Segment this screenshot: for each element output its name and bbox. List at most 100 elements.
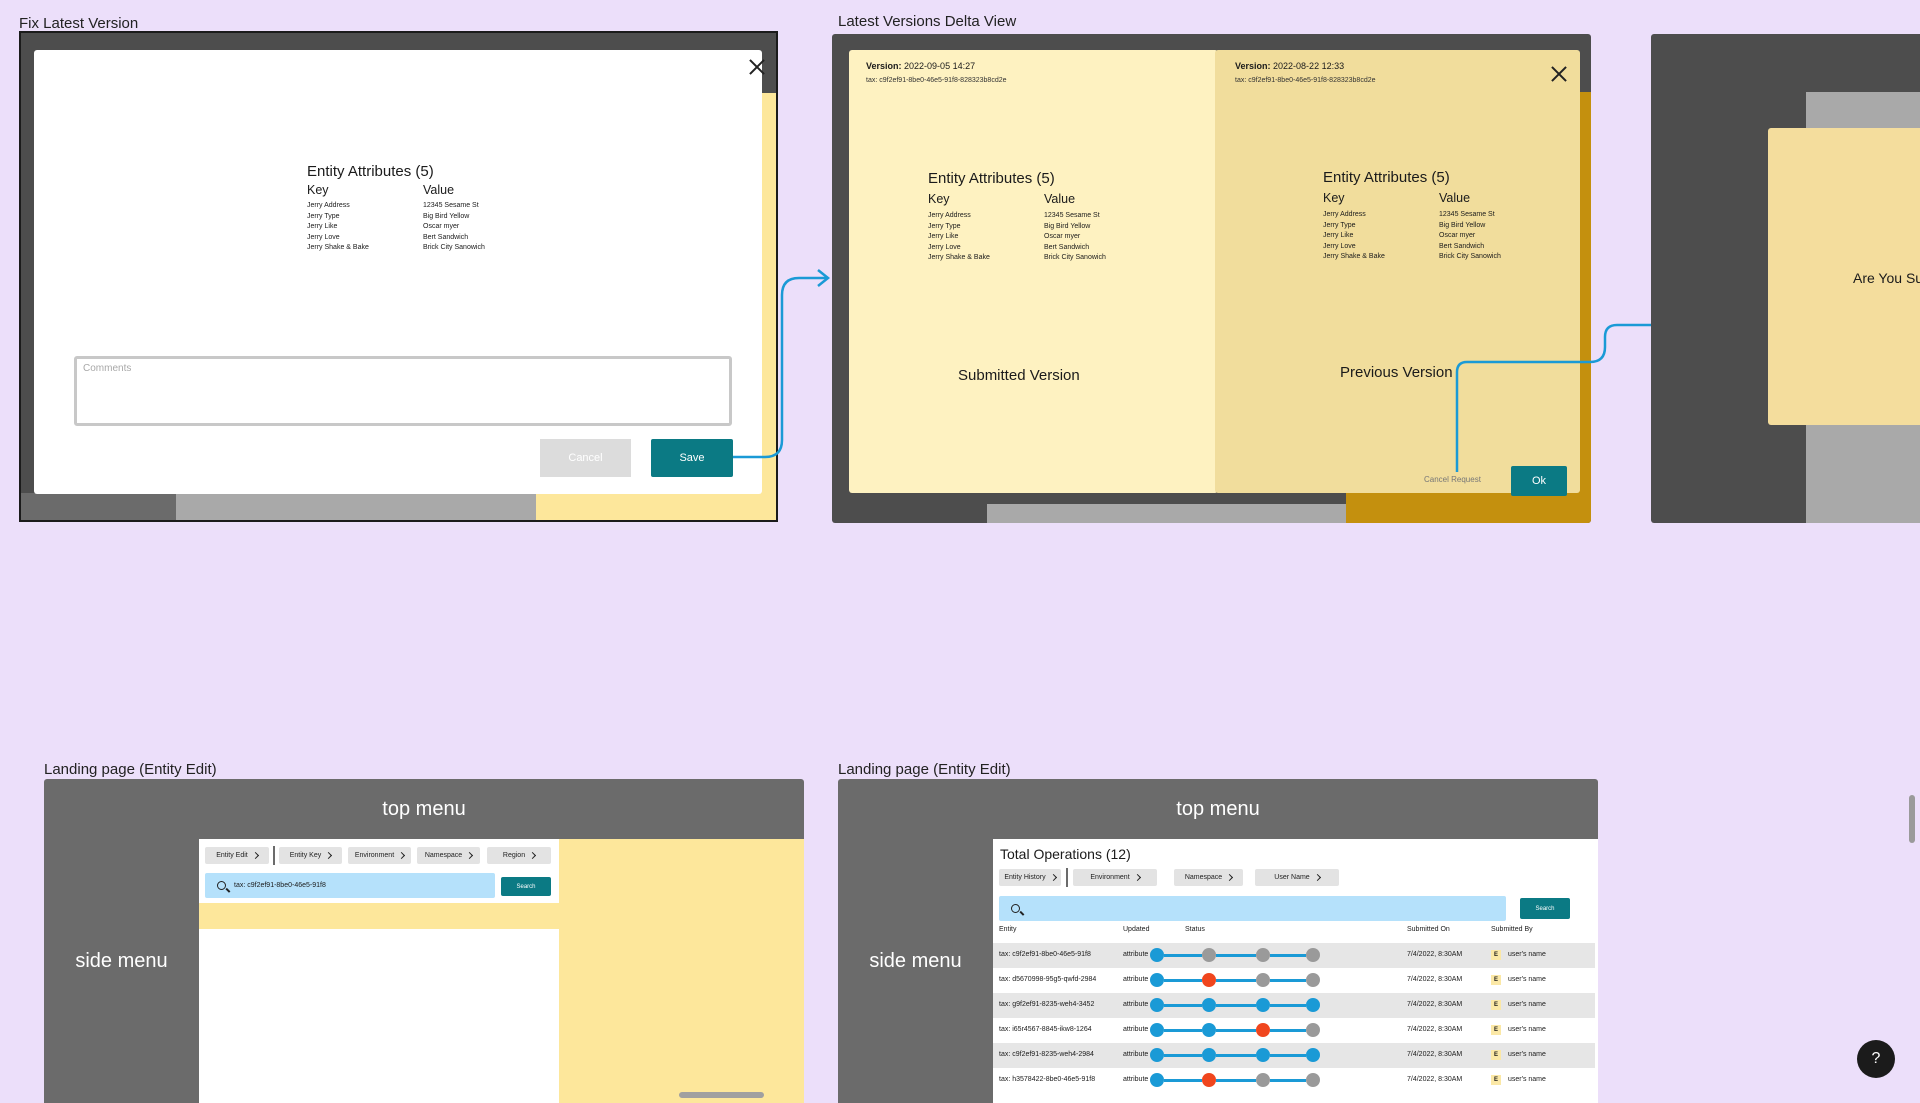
chevron-right-icon — [1226, 873, 1234, 882]
crumb-label: Environment — [354, 852, 395, 859]
status-line — [1216, 1029, 1256, 1032]
crumb-namespace[interactable]: Namespace — [1174, 869, 1243, 886]
value-item: Oscar myer — [1044, 233, 1081, 240]
chevron-right-icon — [251, 851, 259, 860]
avatar: E — [1491, 1075, 1501, 1085]
table-row[interactable]: tax: d5670998-95g5-qwfd-2984 attribute 7/4… — [993, 968, 1595, 993]
status-dot-done — [1202, 1048, 1216, 1062]
cell-submitted-by: user's name — [1508, 1026, 1546, 1033]
attributes-title: Entity Attributes (5) — [928, 170, 1055, 187]
comments-field[interactable]: Comments — [74, 356, 732, 426]
crumb-namespace[interactable]: Namespace — [417, 847, 480, 864]
status-line — [1270, 1004, 1306, 1007]
table-row[interactable]: tax: c9f2ef91-8be0-46e5-91f8 attribute 7/4… — [993, 943, 1595, 968]
search-button[interactable]: Search — [501, 877, 551, 896]
status-dot-done — [1202, 1023, 1216, 1037]
version-value: 2022-09-05 14:27 — [904, 61, 976, 71]
cancel-request-link[interactable]: Cancel Request — [1424, 475, 1481, 484]
cell-submitted-on: 7/4/2022, 8:30AM — [1407, 1026, 1463, 1033]
key-list: Jerry Address Jerry Type Jerry Like Jerr… — [1323, 210, 1385, 263]
save-button[interactable]: Save — [651, 439, 733, 477]
crumb-user-name[interactable]: User Name — [1255, 869, 1339, 886]
crumb-entity-key[interactable]: Entity Key — [279, 847, 342, 864]
cell-updated: attribute — [1123, 976, 1149, 983]
divider — [273, 846, 275, 865]
crumb-label: Entity History — [1004, 874, 1046, 881]
bg-lightgray-strip — [176, 493, 536, 520]
table-row[interactable]: tax: i65r4567-8845-ikw8-1264 attribute 7/4… — [993, 1018, 1595, 1043]
operations-panel: Total Operations (12) Entity History Env… — [993, 839, 1598, 1103]
status-line — [1216, 979, 1256, 982]
crumb-label: Namespace — [1184, 874, 1223, 881]
table-row[interactable]: tax: c9f2ef91-8235-weh4-2984 attribute 7/4… — [993, 1043, 1595, 1068]
comments-placeholder: Comments — [83, 363, 132, 374]
status-line — [1270, 979, 1306, 982]
status-dot-done — [1150, 998, 1164, 1012]
avatar: E — [1491, 975, 1501, 985]
key-item: Jerry Address — [928, 212, 971, 219]
key-item: Jerry Love — [307, 233, 340, 241]
version-line: Version: 2022-08-22 12:33 — [1235, 61, 1344, 71]
key-item: Jerry Like — [1323, 232, 1354, 239]
value-item: 12345 Sesame St — [423, 202, 479, 209]
attributes-title: Entity Attributes (5) — [307, 163, 434, 180]
breadcrumb: Entity Edit Entity Key Environment Names… — [44, 779, 804, 879]
search-button[interactable]: Search — [1520, 898, 1570, 919]
column-updated: Updated — [1123, 926, 1150, 933]
crumb-label: Environment — [1090, 874, 1130, 881]
crumb-region[interactable]: Region — [487, 847, 551, 864]
frame-label-delta-view: Latest Versions Delta View — [838, 13, 1017, 30]
cell-updated: attribute — [1123, 951, 1149, 958]
column-submitted-by: Submitted By — [1491, 926, 1533, 933]
crumb-environment[interactable]: Environment — [1073, 869, 1157, 886]
version-prefix: Version: — [866, 61, 902, 71]
status-dot-pending — [1306, 948, 1320, 962]
crumb-environment[interactable]: Environment — [348, 847, 411, 864]
cell-submitted-by: user's name — [1508, 1051, 1546, 1058]
previous-version-caption: Previous Version — [1340, 364, 1453, 381]
top-menu[interactable]: top menu — [838, 779, 1598, 839]
avatar: E — [1491, 950, 1501, 960]
bg-gray-strip — [21, 493, 176, 520]
close-icon[interactable] — [1549, 64, 1569, 84]
crumb-entity-history[interactable]: Entity History — [999, 869, 1061, 886]
avatar: E — [1491, 1025, 1501, 1035]
tax-id: tax: c9f2ef91-8be0-46e5-91f8-828323b8cd2… — [866, 77, 1007, 84]
help-icon: ? — [1871, 1050, 1881, 1067]
key-header: Key — [928, 192, 950, 206]
search-input[interactable] — [999, 896, 1506, 921]
search-input[interactable]: tax: c9f2ef91-8be0-46e5-91f8 — [205, 873, 495, 898]
operations-table: tax: c9f2ef91-8be0-46e5-91f8 attribute 7/4… — [993, 943, 1598, 1103]
column-entity: Entity — [999, 926, 1017, 933]
close-icon[interactable] — [747, 57, 767, 77]
avatar: E — [1491, 1050, 1501, 1060]
ok-button[interactable]: Ok — [1511, 466, 1567, 496]
canvas-scrollbar[interactable] — [1909, 795, 1915, 843]
value-item: Big Bird Yellow — [1439, 221, 1486, 229]
cancel-button[interactable]: Cancel — [540, 439, 631, 477]
cell-entity: tax: h3578422-8be0-46e5-91f8 — [999, 1076, 1096, 1083]
chevron-right-icon — [466, 851, 474, 860]
chevron-right-icon — [1133, 873, 1141, 882]
table-row[interactable]: tax: g9f2ef91-8235-weh4-3452 attribute 7/4… — [993, 993, 1595, 1018]
value-item: Brick City Sanowich — [1439, 253, 1501, 260]
status-line — [1270, 1054, 1306, 1057]
status-dot-pending — [1256, 973, 1270, 987]
status-dot-error — [1256, 1023, 1270, 1037]
cell-updated: attribute — [1123, 1051, 1149, 1058]
status-dot-done — [1150, 1073, 1164, 1087]
version-value: 2022-08-22 12:33 — [1273, 61, 1345, 71]
confirm-dialog: Are You Su — [1768, 128, 1920, 425]
table-row[interactable]: tax: h3578422-8be0-46e5-91f8 attribute 7/4… — [993, 1068, 1595, 1093]
cell-submitted-on: 7/4/2022, 8:30AM — [1407, 1076, 1463, 1083]
value-list: 12345 Sesame St Big Bird Yellow Oscar my… — [1439, 210, 1501, 263]
bg-lightgray-strip — [987, 504, 1347, 523]
status-dot-done — [1150, 948, 1164, 962]
help-button[interactable]: ? — [1857, 1040, 1895, 1078]
scrollbar[interactable] — [679, 1092, 764, 1098]
status-dot-done — [1256, 1048, 1270, 1062]
side-menu[interactable]: side menu — [838, 839, 993, 1103]
crumb-entity-edit[interactable]: Entity Edit — [205, 847, 269, 864]
status-line — [1270, 1029, 1306, 1032]
status-line — [1216, 1054, 1256, 1057]
